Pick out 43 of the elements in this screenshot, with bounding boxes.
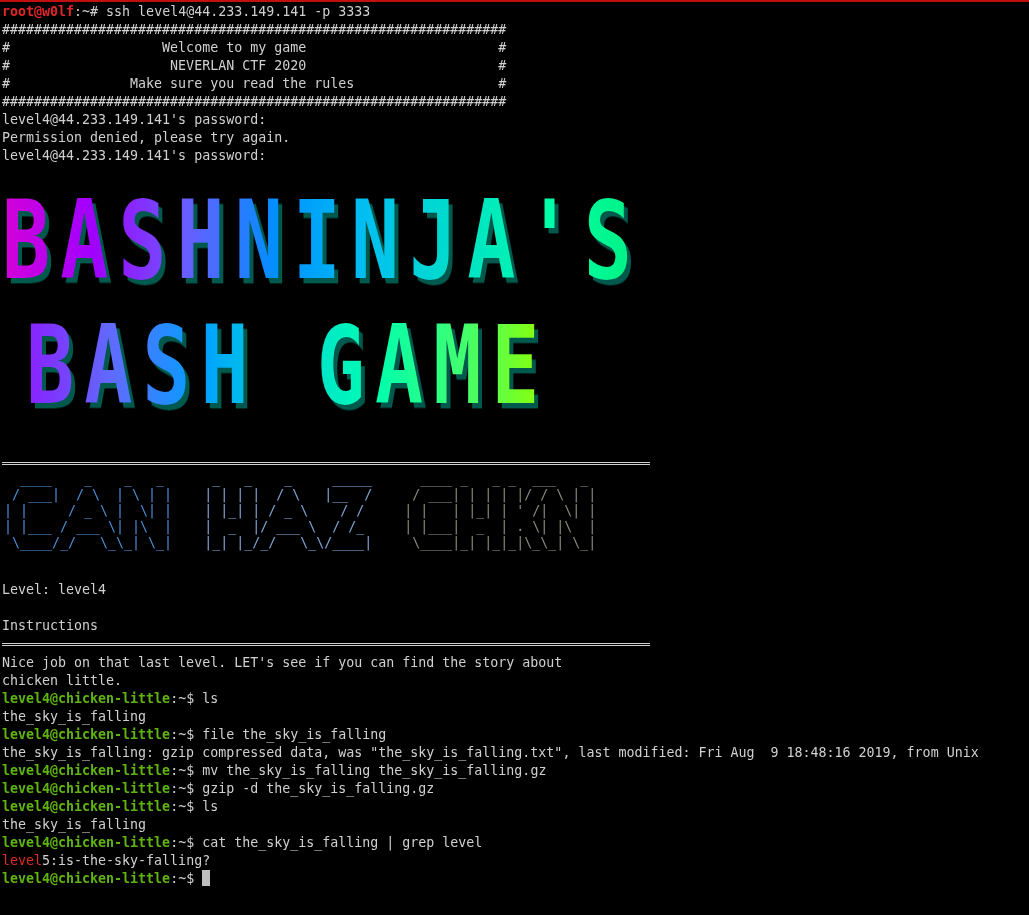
prompt-user-host: level4@chicken-little bbox=[2, 691, 171, 706]
ascii-art-word: ____ _ _ _ / ___| / \ | \ | | | | / _ \ | \| | | |___ / ___ \| |\ | \____/_/ \_\_| \_| bbox=[4, 471, 173, 551]
prompt-path: :~$ bbox=[170, 835, 195, 850]
output-text: Nice job on that last level. LET's see if you can find the story about bbox=[2, 654, 564, 672]
prompt-path: :~$ bbox=[170, 871, 195, 886]
ascii-art-word: ____ _ _ _ ___ _ / ___| | | | |/ / \ | | | | | |_| | ' /| \| | | |___| _ | . \| |\ | \____|_| |_|_|\_\_| \_| bbox=[404, 471, 597, 551]
output-text: level5:is-the-sky-falling? bbox=[2, 852, 212, 870]
prompt-path: :~# bbox=[74, 4, 99, 19]
info-text: Instructions bbox=[2, 617, 100, 635]
ascii-art-word: _ _ _ _____ | | | | / \ |__ / | |_| | / _ \ / / | _ |/ ___ \ / /_ |_| |_/_/ \_\/____| bbox=[204, 471, 373, 551]
prompt-user-host: level4@chicken-little bbox=[2, 799, 171, 814]
command-text: file the_sky_is_falling bbox=[202, 727, 387, 742]
output-text: the_sky_is_falling bbox=[2, 816, 148, 834]
output-text: # NEVERLAN CTF 2020 # bbox=[2, 57, 508, 75]
prompt-user-host: level4@chicken-little bbox=[2, 781, 171, 796]
command-text: gzip -d the_sky_is_falling.gz bbox=[202, 781, 435, 796]
output-text: # Make sure you read the rules # bbox=[2, 75, 508, 93]
prompt-user-host: root@w0lf bbox=[2, 4, 75, 19]
output-text: the_sky_is_falling: gzip compressed data, was "the_sky_is_falling.txt", last modified: Fri Aug 9 18:48:16 2019, from Unix bbox=[2, 744, 980, 762]
command-text: cat the_sky_is_falling | grep level bbox=[202, 835, 483, 850]
output-text: the_sky_is_falling bbox=[2, 708, 148, 726]
output-text: level4@44.233.149.141's password: bbox=[2, 111, 268, 129]
text-cursor bbox=[202, 870, 211, 886]
prompt-path: :~$ bbox=[170, 691, 195, 706]
prompt-user-host: level4@chicken-little bbox=[2, 835, 171, 850]
prompt-user-host: level4@chicken-little bbox=[2, 763, 171, 778]
command-text: mv the_sky_is_falling the_sky_is_falling.gz bbox=[202, 763, 547, 778]
prompt-user-host: level4@chicken-little bbox=[2, 727, 171, 742]
command-text: ls bbox=[202, 799, 219, 814]
output-text: level4@44.233.149.141's password: bbox=[2, 147, 268, 165]
prompt-path: :~$ bbox=[170, 781, 195, 796]
info-text: Level: level4 bbox=[2, 581, 108, 599]
prompt-path: :~$ bbox=[170, 727, 195, 742]
prompt-path: :~$ bbox=[170, 799, 195, 814]
output-text: # Welcome to my game # bbox=[2, 39, 508, 57]
output-text: ############################################################### bbox=[2, 21, 508, 39]
output-text: chicken little. bbox=[2, 672, 124, 690]
command-text: ls bbox=[202, 691, 219, 706]
command-text: ssh level4@44.233.149.141 -p 3333 bbox=[106, 4, 371, 19]
output-text: Permission denied, please try again. bbox=[2, 129, 292, 147]
output-text: ############################################################### bbox=[2, 93, 508, 111]
prompt-user-host: level4@chicken-little bbox=[2, 871, 171, 886]
prompt-path: :~$ bbox=[170, 763, 195, 778]
